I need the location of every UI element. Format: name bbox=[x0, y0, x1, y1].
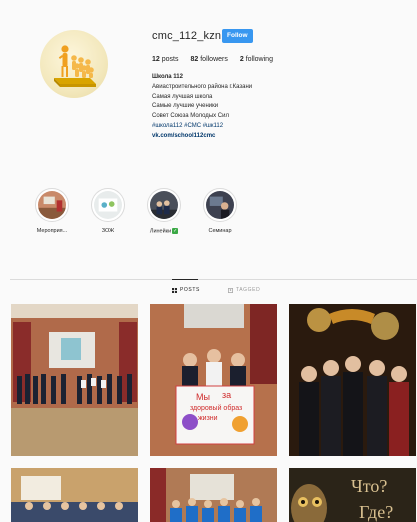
highlight-lineyki[interactable]: Линейки ✓ bbox=[136, 188, 192, 234]
highlight-image bbox=[150, 191, 178, 219]
post-thumbnail[interactable] bbox=[289, 304, 417, 456]
bio-line: Самые лучшие ученики bbox=[152, 103, 219, 110]
followers-count[interactable]: 82 followers bbox=[190, 56, 227, 63]
post-image-chto-gde-kogda: Что? Где? bbox=[289, 468, 416, 522]
highlight-zozh[interactable]: ЗОЖ bbox=[80, 188, 136, 234]
post-image-assembly-line bbox=[11, 304, 138, 456]
active-tab-indicator bbox=[172, 279, 198, 280]
tag-icon bbox=[228, 287, 233, 293]
tab-posts[interactable]: POSTS bbox=[172, 287, 200, 293]
tab-label: POSTS bbox=[180, 287, 200, 293]
post-overlay-text: Что? bbox=[351, 476, 387, 496]
story-highlights: Мероприя... ЗОЖ Линейки ✓ Семинар bbox=[24, 188, 248, 234]
poster-text: жизни bbox=[198, 415, 218, 422]
post-thumbnail[interactable]: Что? Где? bbox=[289, 468, 417, 522]
highlight-cover bbox=[35, 188, 69, 222]
profile-avatar[interactable] bbox=[40, 30, 108, 98]
grid-icon bbox=[172, 287, 177, 293]
profile-username: cmc_112_kzn bbox=[152, 30, 222, 42]
post-overlay-text: Где? bbox=[359, 502, 393, 522]
tab-tagged[interactable]: TAGGED bbox=[228, 287, 260, 293]
post-thumbnail[interactable] bbox=[11, 304, 138, 456]
follow-button[interactable]: Follow bbox=[222, 29, 253, 43]
avatar-leader-figures-image bbox=[54, 45, 96, 87]
poster-text: Мы bbox=[196, 392, 210, 402]
bio-link[interactable]: vk.com/school112cmc bbox=[152, 132, 252, 142]
highlight-label: ЗОЖ bbox=[101, 228, 115, 234]
highlight-label: Линейки ✓ bbox=[149, 228, 179, 235]
bio-line: Совет Союза Молодых Сил bbox=[152, 113, 229, 120]
profile-stats: 12 posts 82 followers 2 following bbox=[152, 56, 273, 63]
poster-text: здоровый образ bbox=[190, 404, 242, 412]
post-thumbnail[interactable]: Мы за здоровый образ жизни bbox=[150, 304, 277, 456]
tab-label: TAGGED bbox=[235, 287, 261, 293]
bio-line: Самая лучшая школа bbox=[152, 93, 213, 100]
post-thumbnail[interactable] bbox=[150, 468, 277, 522]
post-image-blue-shirts bbox=[150, 468, 277, 522]
profile-bio: Школа 112 Авиастроительного района г.Каз… bbox=[152, 73, 252, 142]
highlight-cover bbox=[147, 188, 181, 222]
profile-tabs: POSTS TAGGED bbox=[172, 287, 260, 293]
highlight-image bbox=[206, 191, 234, 219]
bio-hashtags[interactable]: #школа112 #СМС #шк112 bbox=[152, 122, 252, 132]
highlight-label: Мероприя... bbox=[36, 228, 68, 234]
posts-count: 12 posts bbox=[152, 56, 179, 63]
post-image-healthy-poster: Мы за здоровый образ жизни bbox=[150, 304, 277, 456]
poster-text: за bbox=[222, 390, 231, 400]
check-mark-icon: ✓ bbox=[172, 228, 179, 234]
highlight-cover bbox=[91, 188, 125, 222]
post-thumbnail[interactable] bbox=[11, 468, 138, 522]
highlight-image bbox=[94, 191, 122, 219]
highlight-seminar[interactable]: Семинар bbox=[192, 188, 248, 234]
highlight-label: Семинар bbox=[208, 228, 232, 234]
bio-line: Авиастроительного района г.Казани bbox=[152, 83, 253, 90]
highlight-cover bbox=[203, 188, 237, 222]
following-count[interactable]: 2 following bbox=[240, 56, 273, 63]
bio-name: Школа 112 bbox=[152, 74, 183, 80]
post-image-theater-group bbox=[289, 304, 416, 456]
tabs-divider bbox=[10, 279, 417, 280]
post-image-assembly-audience bbox=[11, 468, 138, 522]
highlight-meropriyatiya[interactable]: Мероприя... bbox=[24, 188, 80, 234]
highlight-image bbox=[38, 191, 66, 219]
